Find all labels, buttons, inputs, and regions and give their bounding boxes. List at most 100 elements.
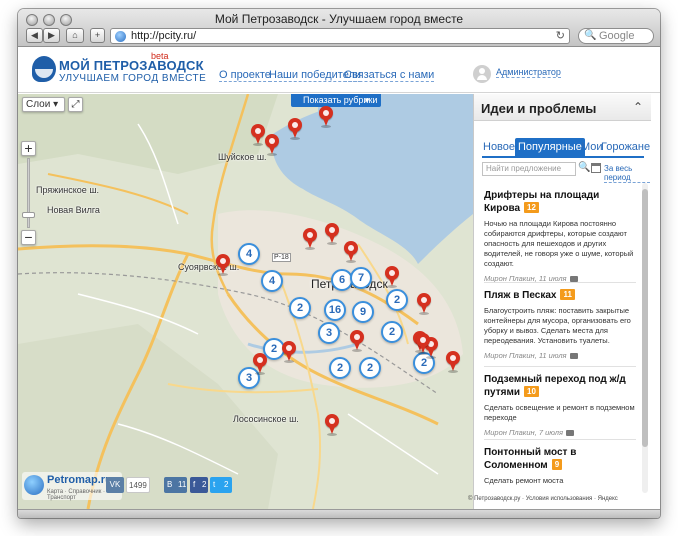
item-description: Сделать ремонт моста <box>484 476 564 485</box>
cluster-marker[interactable]: 2 <box>289 297 311 319</box>
site-header: МОЙ ПЕТРОЗАВОДСК beta УЛУЧШАЕМ ГОРОД ВМЕ… <box>18 48 660 93</box>
sidebar-scrollbar[interactable] <box>642 183 648 493</box>
logo-title[interactable]: МОЙ ПЕТРОЗАВОДСК <box>59 58 204 73</box>
add-bookmark-button[interactable]: + <box>90 28 105 43</box>
item-author-date: Мирон Плакин, 7 июля <box>484 428 563 437</box>
tab-mine[interactable]: Мои <box>581 138 603 156</box>
chevron-down-icon: ▾ <box>53 99 59 110</box>
issue-pin[interactable] <box>445 351 461 373</box>
browser-window: Мой Петрозаводск - Улучшаем город вместе… <box>18 9 660 518</box>
cluster-marker[interactable]: 2 <box>359 357 381 379</box>
fullscreen-icon[interactable]: ⤢ <box>68 97 83 112</box>
rating-badge: 11 <box>560 289 575 300</box>
map-copyright: © Петрозаводск.ру · Условия использовани… <box>468 496 618 502</box>
url-text[interactable]: http://pcity.ru/ <box>131 30 196 42</box>
issue-pin[interactable] <box>281 341 297 363</box>
zoom-in-button[interactable]: + <box>21 141 36 156</box>
scrollbar-thumb[interactable] <box>642 189 648 447</box>
issue-pin[interactable] <box>349 330 365 352</box>
tab-popular[interactable]: Популярные <box>515 138 585 156</box>
zoom-out-button[interactable]: − <box>21 230 36 245</box>
admin-link[interactable]: Администратор <box>496 67 561 78</box>
issue-pin[interactable] <box>264 134 280 156</box>
divider <box>484 439 636 440</box>
back-button[interactable]: ◀ <box>26 28 43 43</box>
map-label: Шуйское ш. <box>218 152 267 162</box>
nav-about-link[interactable]: О проекте <box>219 69 271 82</box>
collapse-icon[interactable]: ⌃ <box>633 100 643 114</box>
item-description: Сделать освещение и ремонт в подземном п… <box>484 403 635 422</box>
search-icon: 🔍 <box>584 30 597 41</box>
sidebar-header: Идеи и проблемы ⌃ <box>474 94 651 121</box>
issue-pin[interactable] <box>324 414 340 436</box>
list-item[interactable]: Пляж в Песках 11 Благоустроить пляж: пост… <box>484 289 636 360</box>
home-icon[interactable]: ⌂ <box>66 28 84 43</box>
map-label: Новая Вилга <box>47 205 100 215</box>
issue-pin[interactable] <box>324 223 340 245</box>
issue-pin[interactable] <box>287 118 303 140</box>
issue-pin[interactable] <box>302 228 318 250</box>
sidebar-title: Идеи и проблемы <box>481 101 597 116</box>
vk-icon[interactable]: VK <box>106 477 124 493</box>
zoom-slider-handle[interactable] <box>22 212 35 218</box>
list-item[interactable]: Подземный переход под ж/д путями 10 Сдела… <box>484 373 636 437</box>
cluster-marker[interactable]: 2 <box>381 321 403 343</box>
logo-subtitle: УЛУЧШАЕМ ГОРОД ВМЕСТЕ <box>59 73 207 84</box>
issue-pin[interactable] <box>318 106 334 128</box>
user-avatar[interactable] <box>473 65 491 83</box>
petromap-name: Petromap.ru <box>47 474 112 486</box>
twitter-share-count: 2 <box>224 480 229 489</box>
issue-pin[interactable] <box>416 293 432 315</box>
issue-pin[interactable] <box>384 266 400 288</box>
cluster-marker[interactable]: 4 <box>261 270 283 292</box>
period-link[interactable]: За весь период <box>604 164 650 183</box>
city-map[interactable]: Слои ▾ ⤢ + − Показать рубрики ▼ Новая Ви… <box>18 94 473 509</box>
road-number-badge: Р-18 <box>272 253 291 262</box>
facebook-share-count: 2 <box>202 480 207 489</box>
proposal-search-placeholder: Найти предложение <box>486 164 562 173</box>
globe-icon <box>115 31 126 42</box>
show-rubrics-button[interactable]: Показать рубрики ▼ <box>291 94 381 107</box>
item-title[interactable]: Понтонный мост в Соломенном <box>484 447 576 471</box>
issue-pin[interactable] <box>215 254 231 276</box>
vk-share-label: В <box>167 480 173 489</box>
list-item[interactable]: Дрифтеры на площади Кирова 12 Ночью на пл… <box>484 189 636 283</box>
layers-label: Слои <box>26 99 51 110</box>
nav-contact-link[interactable]: Связаться с нами <box>344 69 435 82</box>
issue-pin[interactable] <box>250 124 266 146</box>
rating-badge: 12 <box>524 202 539 213</box>
cluster-marker[interactable]: 3 <box>318 322 340 344</box>
cluster-marker[interactable]: 4 <box>238 243 260 265</box>
item-description: Благоустроить пляж: поставить закрытые к… <box>484 306 631 345</box>
item-title[interactable]: Дрифтеры на площади Кирова <box>484 190 599 214</box>
item-title[interactable]: Пляж в Песках <box>484 290 556 301</box>
cluster-marker[interactable]: 2 <box>329 357 351 379</box>
vk-count: 1499 <box>126 477 150 493</box>
rating-badge: 9 <box>551 459 563 470</box>
item-title[interactable]: Подземный переход под ж/д путями <box>484 374 626 398</box>
calendar-icon[interactable] <box>591 163 601 173</box>
search-icon[interactable]: 🔍 <box>578 162 590 173</box>
globe-icon <box>24 475 44 495</box>
layers-button[interactable]: Слои ▾ <box>22 97 65 112</box>
issue-pin[interactable] <box>252 353 268 375</box>
proposal-search-input[interactable]: Найти предложение <box>482 162 576 176</box>
list-item[interactable]: Понтонный мост в Соломенном 9 Сделать рем… <box>484 446 636 486</box>
tab-new[interactable]: Новое <box>483 138 515 156</box>
address-bar[interactable]: http://pcity.ru/ ↻ <box>110 28 570 44</box>
logo-icon[interactable] <box>32 56 56 82</box>
proposal-list: Дрифтеры на площади Кирова 12 Ночью на пл… <box>474 183 642 509</box>
camera-icon <box>565 430 574 436</box>
tab-citizens[interactable]: Горожане <box>601 138 650 156</box>
issue-pin[interactable] <box>343 241 359 263</box>
reload-icon[interactable]: ↻ <box>556 29 565 42</box>
vk-share-count: 11 <box>178 480 187 489</box>
search-field[interactable]: 🔍 Google <box>578 28 654 44</box>
cluster-marker[interactable]: 2 <box>386 289 408 311</box>
caret-down-icon: ▼ <box>363 96 371 105</box>
cluster-marker[interactable]: 16 <box>324 299 346 321</box>
cluster-marker[interactable]: 7 <box>350 267 372 289</box>
issue-pin[interactable] <box>415 333 431 355</box>
cluster-marker[interactable]: 9 <box>352 301 374 323</box>
forward-button[interactable]: ▶ <box>43 28 60 43</box>
